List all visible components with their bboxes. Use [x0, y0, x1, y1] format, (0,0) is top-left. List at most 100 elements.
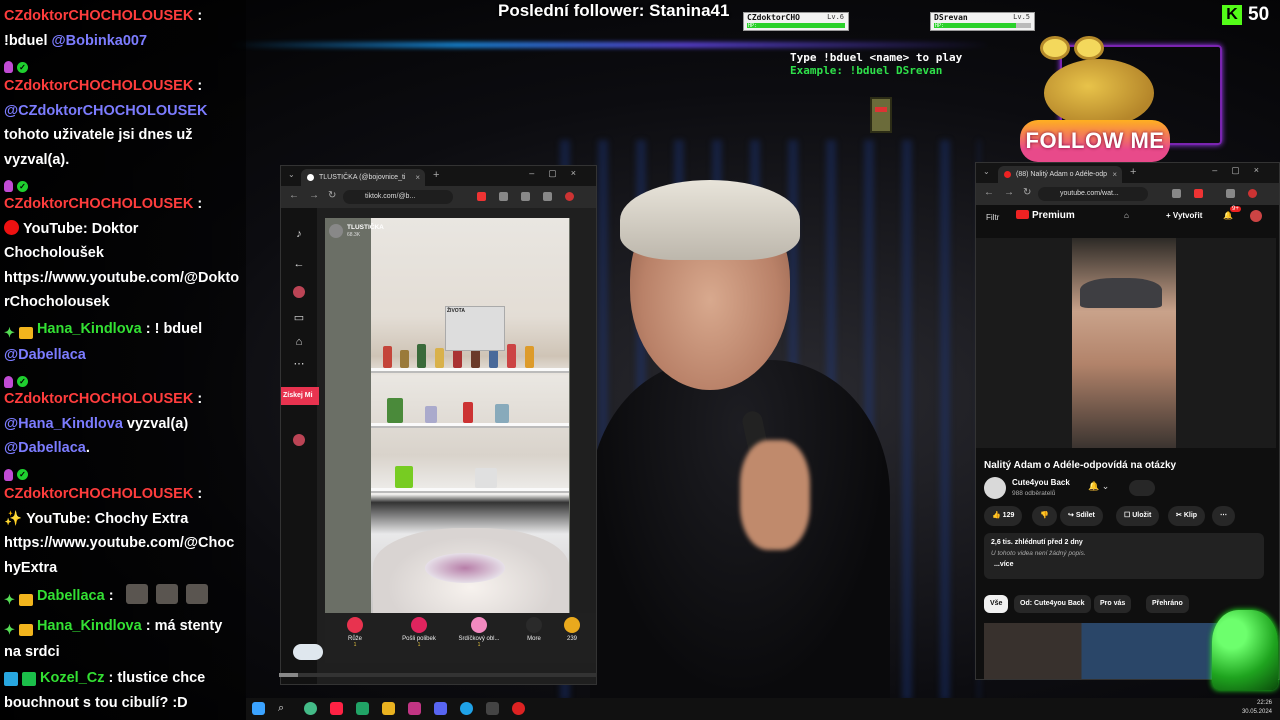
extension-icon[interactable]: [477, 192, 486, 201]
search-icon[interactable]: ⌕: [278, 702, 291, 715]
show-more-link[interactable]: ...více: [994, 561, 1013, 568]
youtube-premium-logo[interactable]: Premium: [1016, 210, 1075, 221]
new-tab-icon[interactable]: +: [1130, 166, 1136, 178]
url-field[interactable]: tiktok.com/@b...: [343, 190, 453, 204]
instagram-icon[interactable]: [408, 702, 421, 715]
back-icon[interactable]: ←: [289, 190, 299, 201]
laser-streak: [230, 42, 990, 48]
tab-tiktok[interactable]: TLUSTIČKA (@bojovnice_ti ×: [301, 169, 425, 186]
back-icon[interactable]: ←: [984, 187, 994, 198]
start-icon[interactable]: [252, 702, 265, 715]
avatar[interactable]: [293, 434, 305, 446]
forward-icon[interactable]: →: [309, 190, 319, 201]
window-controls[interactable]: –▢×: [1212, 165, 1273, 176]
close-tab-icon[interactable]: ×: [415, 169, 420, 186]
tab-menu-icon[interactable]: ⌄: [288, 170, 295, 179]
gem-badge-icon: ✦: [4, 592, 15, 607]
filter-button[interactable]: Filtr: [986, 213, 999, 222]
extension-icon[interactable]: [1226, 189, 1235, 198]
membership-button[interactable]: [1129, 480, 1155, 496]
dislike-button[interactable]: 👎: [1032, 506, 1057, 526]
duel-instructions: Type !bduel <name> to play Example: !bdu…: [790, 51, 962, 77]
coin-balance[interactable]: 239: [557, 617, 587, 642]
address-bar: ← → ↻ tiktok.com/@b...: [281, 186, 596, 208]
window-controls[interactable]: –▢×: [529, 168, 590, 179]
avatar[interactable]: [293, 286, 305, 298]
chat-link[interactable]: https://www.youtube.com/@ChochyExtra: [4, 535, 234, 576]
close-tab-icon[interactable]: ×: [1112, 166, 1117, 183]
gift-kiss[interactable]: Pošli polibek 1: [395, 617, 443, 648]
video-icon[interactable]: ▭: [293, 312, 305, 324]
excel-icon[interactable]: [356, 702, 369, 715]
reload-icon[interactable]: ↻: [1023, 187, 1031, 198]
new-tab-icon[interactable]: +: [433, 169, 439, 181]
reload-icon[interactable]: ↻: [328, 190, 336, 201]
extension-icon[interactable]: [499, 192, 508, 201]
swipe-toggle[interactable]: [293, 644, 323, 660]
chrome-icon[interactable]: [304, 702, 317, 715]
no-description: U tohoto videa není žádný popis.: [991, 550, 1086, 557]
folder-icon[interactable]: [382, 702, 395, 715]
player2-hp-bar: [934, 23, 1031, 28]
tiktok-favicon-icon: [307, 174, 314, 181]
system-tray-clock[interactable]: 22:26 30.05.2024: [1242, 699, 1272, 717]
cast-icon[interactable]: ⌂: [1124, 211, 1129, 220]
home-icon[interactable]: ⌂: [293, 336, 305, 348]
chip-watched[interactable]: Přehráno: [1146, 595, 1189, 613]
discord-icon[interactable]: [434, 702, 447, 715]
channel-avatar[interactable]: [984, 477, 1006, 499]
avatar: [329, 224, 343, 238]
more-icon[interactable]: ⋯: [293, 358, 305, 370]
forward-icon[interactable]: →: [1004, 187, 1014, 198]
gift-heart-balloon[interactable]: Srdíčkový obl... 1: [455, 617, 503, 648]
chat-prefix: YouTube: Chochy Extra: [26, 510, 189, 527]
kick-follower-count: K 50: [1222, 4, 1269, 26]
avatar[interactable]: [1250, 210, 1262, 222]
tiktok-logo-icon[interactable]: ♪: [293, 228, 305, 240]
gift-rose[interactable]: Růže 1: [331, 617, 379, 648]
chip-all[interactable]: Vše: [984, 595, 1009, 613]
extension-icon[interactable]: [1194, 189, 1203, 198]
chat-username: Hana_Kindlova: [36, 618, 142, 634]
player1-hp-label: HP:: [748, 23, 758, 29]
chip-for-you[interactable]: Pro vás: [1094, 595, 1132, 613]
back-arrow-icon[interactable]: ←: [293, 258, 305, 270]
save-button[interactable]: ☐ Uložit: [1116, 506, 1160, 526]
extension-icon[interactable]: [1172, 189, 1181, 198]
url-field[interactable]: youtube.com/wat...: [1038, 187, 1148, 201]
chat-message: CZdoktorCHOCHOLOUSEK : ✨ YouTube: Chochy …: [4, 486, 235, 576]
brave-icon[interactable]: [330, 702, 343, 715]
notifications-icon[interactable]: 🔔: [1223, 211, 1233, 220]
extension-icon[interactable]: [543, 192, 552, 201]
video-progress-bar[interactable]: [279, 673, 597, 677]
chat-username: CZdoktorCHOCHOLOUSEK: [4, 8, 194, 24]
chat-link[interactable]: https://www.youtube.com/@DoktorChocholou…: [4, 270, 239, 311]
description-box[interactable]: 2,6 tis. zhlédnutí před 2 dny U tohoto v…: [984, 533, 1264, 579]
follow-me-button[interactable]: FOLLOW ME: [1020, 120, 1170, 162]
subscriber-count: 988 odběratelů: [1012, 490, 1056, 497]
extension-icon[interactable]: [521, 192, 530, 201]
profile-icon[interactable]: [565, 192, 574, 201]
verified-badge-icon: ✓: [17, 61, 28, 73]
tab-youtube[interactable]: (88) Nalitý Adam o Adéle-odp ×: [998, 166, 1122, 183]
live-video: ŽIVOTA: [325, 218, 570, 613]
subscribe-bell-icon[interactable]: 🔔 ⌄: [1088, 481, 1109, 492]
video-player[interactable]: [976, 238, 1276, 448]
app-icon[interactable]: [486, 702, 499, 715]
like-button[interactable]: 👍 129: [984, 506, 1023, 526]
chip-from-channel[interactable]: Od: Cute4you Back: [1014, 595, 1091, 613]
more-actions-button[interactable]: ⋯: [1212, 506, 1235, 526]
channel-name[interactable]: Cute4you Back: [1012, 478, 1070, 487]
obs-icon[interactable]: [512, 702, 525, 715]
profile-icon[interactable]: [1248, 189, 1257, 198]
edge-icon[interactable]: [460, 702, 473, 715]
tab-menu-icon[interactable]: ⌄: [983, 167, 990, 176]
create-button[interactable]: + Vytvořit: [1166, 211, 1202, 220]
gift-more[interactable]: More: [510, 617, 558, 642]
live-host-header[interactable]: TLUSTIČKA 68.3K: [329, 222, 387, 240]
green-badge-icon: [22, 672, 36, 686]
share-button[interactable]: ↪ Sdílet: [1060, 506, 1103, 526]
get-app-button[interactable]: Získej Mi: [281, 387, 319, 405]
clip-button[interactable]: ✂ Klip: [1168, 506, 1206, 526]
verified-badge-icon: ✓: [17, 180, 28, 192]
